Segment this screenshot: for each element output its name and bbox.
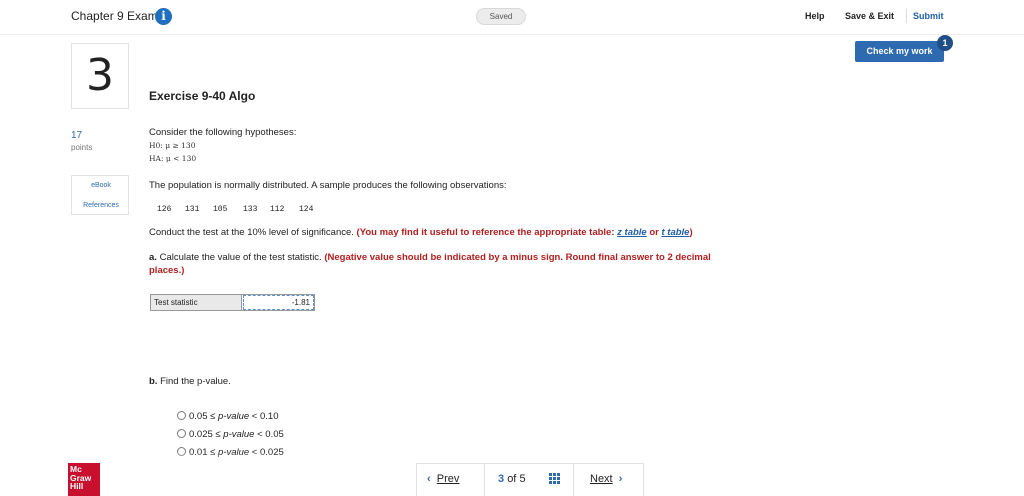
points-value: 17 xyxy=(71,130,83,141)
next-button[interactable]: Next › xyxy=(590,473,622,485)
ebook-link[interactable]: eBook xyxy=(72,182,130,189)
alternative-hypothesis: HA: μ < 130 xyxy=(149,154,197,163)
save-exit-link[interactable]: Save & Exit xyxy=(845,11,894,21)
references-link[interactable]: References xyxy=(72,202,130,209)
conduct-text: Conduct the test at the 10% level of sig… xyxy=(149,227,354,238)
page-indicator: 3 of 5 xyxy=(498,473,526,485)
pager-divider xyxy=(573,464,574,496)
test-statistic-row: Test statistic -1.81 xyxy=(150,294,315,311)
submit-link[interactable]: Submit xyxy=(913,11,944,21)
part-b-text: Find the p-value. xyxy=(160,376,231,387)
help-link[interactable]: Help xyxy=(805,11,825,21)
observation-value: 126 xyxy=(157,205,172,214)
grid-view-icon[interactable] xyxy=(549,473,560,484)
part-a-hint-continued: places.) xyxy=(149,265,185,276)
part-b-label: b. xyxy=(149,376,158,387)
check-attempts-badge: 1 xyxy=(937,35,953,51)
chevron-right-icon: › xyxy=(618,473,623,485)
prev-button[interactable]: ‹ Prev xyxy=(427,473,459,485)
question-pager: ‹ Prev 3 of 5 Next › xyxy=(416,463,644,496)
conduct-hint: (You may find it useful to reference the… xyxy=(356,227,615,238)
null-hypothesis: H0: μ ≥ 130 xyxy=(149,141,196,150)
hypotheses-intro: Consider the following hypotheses: xyxy=(149,127,297,138)
part-a-hint: (Negative value should be indicated by a… xyxy=(324,252,711,263)
observation-value: 124 xyxy=(299,205,314,214)
references-panel: eBook References xyxy=(71,175,129,215)
radio-button[interactable] xyxy=(177,411,186,420)
info-icon[interactable]: i xyxy=(155,8,172,25)
total-pages: 5 xyxy=(519,473,526,485)
t-table-link[interactable]: t table xyxy=(661,227,689,238)
current-page: 3 xyxy=(498,473,505,485)
z-table-link[interactable]: z table xyxy=(617,227,647,238)
saved-status-badge: Saved xyxy=(476,8,526,25)
close-paren: ) xyxy=(689,227,693,238)
or-text: or xyxy=(649,227,659,238)
check-my-work-button[interactable]: Check my work xyxy=(855,41,944,62)
observation-value: 112 xyxy=(270,205,285,214)
population-text: The population is normally distributed. … xyxy=(149,180,507,191)
observation-value: 105 xyxy=(213,205,228,214)
question-number: 3 xyxy=(71,43,129,109)
exercise-title: Exercise 9-40 Algo xyxy=(149,89,256,103)
points-label: points xyxy=(71,143,93,152)
observation-value: 133 xyxy=(243,205,258,214)
conduct-instruction: Conduct the test at the 10% level of sig… xyxy=(149,227,693,238)
radio-button[interactable] xyxy=(177,429,186,438)
header-divider xyxy=(906,9,907,23)
part-a-question: a. Calculate the value of the test stati… xyxy=(149,252,711,263)
observation-value: 131 xyxy=(185,205,200,214)
part-b-question: b. Find the p-value. xyxy=(149,376,231,387)
part-a-label: a. xyxy=(149,252,157,263)
pvalue-option[interactable]: 0.025 ≤ p-value < 0.05 xyxy=(177,429,284,440)
pvalue-option[interactable]: 0.05 ≤ p-value < 0.10 xyxy=(177,411,279,422)
part-a-text: Calculate the value of the test statisti… xyxy=(159,252,322,263)
pager-divider xyxy=(484,464,485,496)
top-bar: Chapter 9 Exam i Saved Help Save & Exit … xyxy=(0,0,1024,35)
chevron-left-icon: ‹ xyxy=(427,473,431,485)
mcgraw-hill-logo: Mc Graw Hill xyxy=(68,463,100,496)
test-statistic-label: Test statistic xyxy=(151,295,242,310)
test-statistic-input[interactable]: -1.81 xyxy=(243,295,314,310)
exam-title: Chapter 9 Exam xyxy=(71,9,158,23)
